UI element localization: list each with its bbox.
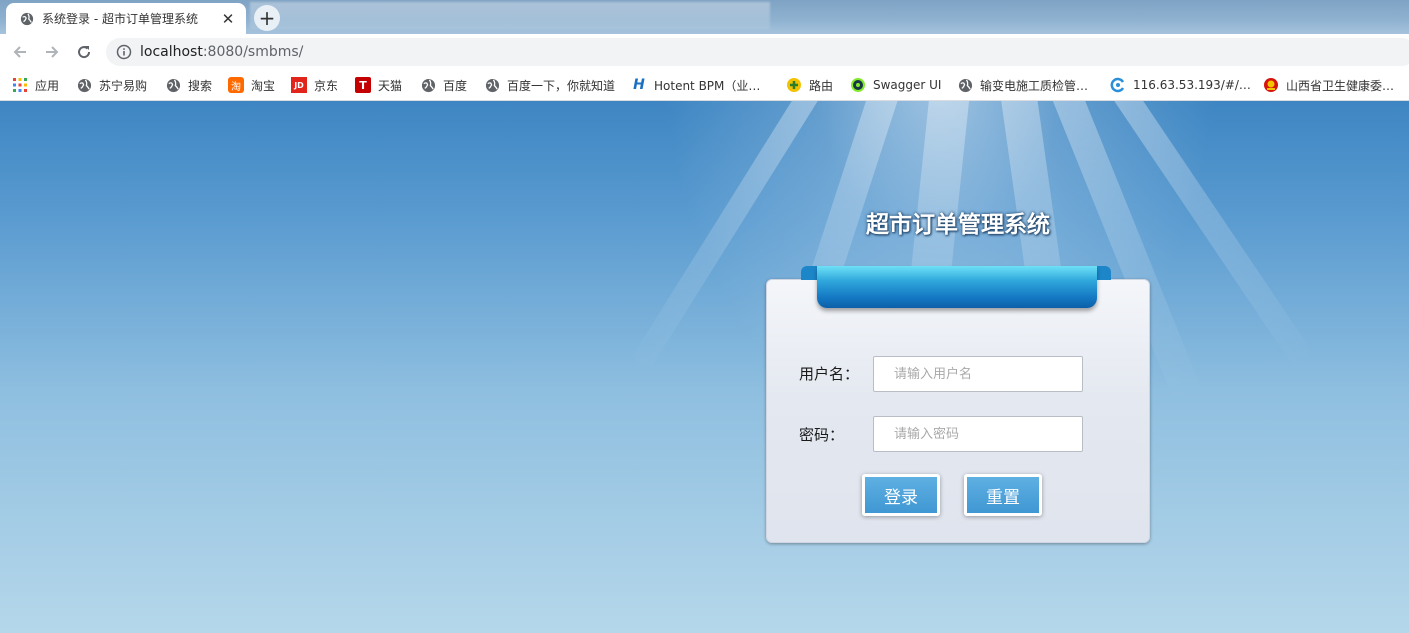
password-label: 密码： (799, 426, 845, 444)
login-button[interactable]: 登录 (862, 474, 940, 516)
bookmark-label: 输变电施工质检管… (980, 78, 1089, 93)
bookmark-search[interactable]: 搜索 (165, 73, 212, 97)
login-page-background: 超市订单管理系统 用户名： 密码： 登录 重置 (0, 101, 1409, 633)
url-text: localhost:8080/smbms/ (140, 44, 304, 60)
bookmark-swagger[interactable]: Swagger UI (850, 73, 941, 97)
bookmark-hotent[interactable]: H Hotent BPM（业… (631, 73, 760, 97)
bookmark-ip-address[interactable]: 116.63.53.193/#/… (1110, 73, 1251, 97)
back-button[interactable] (9, 41, 31, 63)
bookmark-label: 天猫 (378, 78, 403, 93)
bookmark-jd[interactable]: JD 京东 (291, 73, 338, 97)
bookmark-baidu-search[interactable]: 百度一下，你就知道 (484, 73, 615, 97)
bookmark-label: 搜索 (188, 78, 213, 93)
browser-tab-active[interactable]: 系统登录 - 超市订单管理系统 ✕ (6, 3, 246, 34)
refresh-c-icon (1110, 77, 1126, 93)
bookmark-router[interactable]: 路由 (786, 73, 833, 97)
tab-title: 系统登录 - 超市订单管理系统 (42, 12, 198, 26)
taobao-icon: 淘 (228, 77, 244, 93)
globe-icon (165, 77, 181, 93)
jd-icon: JD (291, 77, 307, 93)
tmall-icon: T (355, 77, 371, 93)
bookmark-suning[interactable]: 苏宁易购 (76, 73, 147, 97)
bookmark-label: 路由 (809, 78, 834, 93)
login-panel (766, 279, 1150, 543)
reset-button[interactable]: 重置 (964, 474, 1042, 516)
bookmark-label: 百度一下，你就知道 (507, 78, 616, 93)
bookmark-tmall[interactable]: T 天猫 (355, 73, 402, 97)
bookmark-quality-inspection[interactable]: 输变电施工质检管… (957, 73, 1088, 97)
arrow-left-icon (13, 46, 26, 58)
emblem-icon (1263, 77, 1279, 93)
username-input[interactable] (873, 356, 1083, 392)
reload-icon (78, 46, 91, 59)
login-panel-ribbon (801, 266, 1111, 310)
password-input[interactable] (873, 416, 1083, 452)
reload-button[interactable] (73, 41, 95, 63)
bookmark-label: 百度 (443, 78, 468, 93)
bookmark-label: Hotent BPM（业… (654, 78, 761, 93)
bookmark-label: Swagger UI (873, 78, 942, 92)
bookmark-shanxi-health[interactable]: 山西省卫生健康委… (1263, 73, 1394, 97)
background-window-blur (250, 2, 770, 30)
bookmark-taobao[interactable]: 淘 淘宝 (228, 73, 275, 97)
bookmark-apps[interactable]: 应用 (12, 73, 59, 97)
new-tab-button[interactable]: + (254, 5, 280, 31)
info-icon[interactable] (116, 44, 132, 60)
close-tab-icon[interactable]: ✕ (220, 10, 236, 28)
bookmark-label: 116.63.53.193/#/… (1133, 78, 1251, 92)
globe-icon (20, 12, 34, 25)
bookmark-label: 京东 (314, 78, 339, 93)
globe-icon (484, 77, 500, 93)
apps-grid-icon (12, 77, 28, 93)
globe-icon (420, 77, 436, 93)
globe-icon (76, 77, 92, 93)
bookmarks-bar: 应用 苏宁易购 搜索 淘 淘宝 JD 京东 T 天猫 百度 百度一下，你就知道 … (0, 70, 1409, 101)
bookmark-label: 淘宝 (251, 78, 276, 93)
bookmark-baidu[interactable]: 百度 (420, 73, 467, 97)
bookmark-label: 应用 (35, 78, 60, 93)
globe-icon (957, 77, 973, 93)
bookmark-label: 苏宁易购 (99, 78, 148, 93)
address-bar[interactable]: localhost:8080/smbms/ (106, 38, 1409, 66)
username-label: 用户名： (799, 365, 860, 383)
bookmark-label: 山西省卫生健康委… (1286, 78, 1395, 93)
forward-button[interactable] (41, 41, 63, 63)
browser-tab-strip: 系统登录 - 超市订单管理系统 ✕ + (0, 0, 1409, 34)
swagger-icon (850, 77, 866, 93)
router-icon (786, 77, 802, 93)
hotent-icon: H (633, 77, 645, 93)
system-title: 超市订单管理系统 (866, 212, 1050, 238)
arrow-right-icon (46, 46, 59, 58)
